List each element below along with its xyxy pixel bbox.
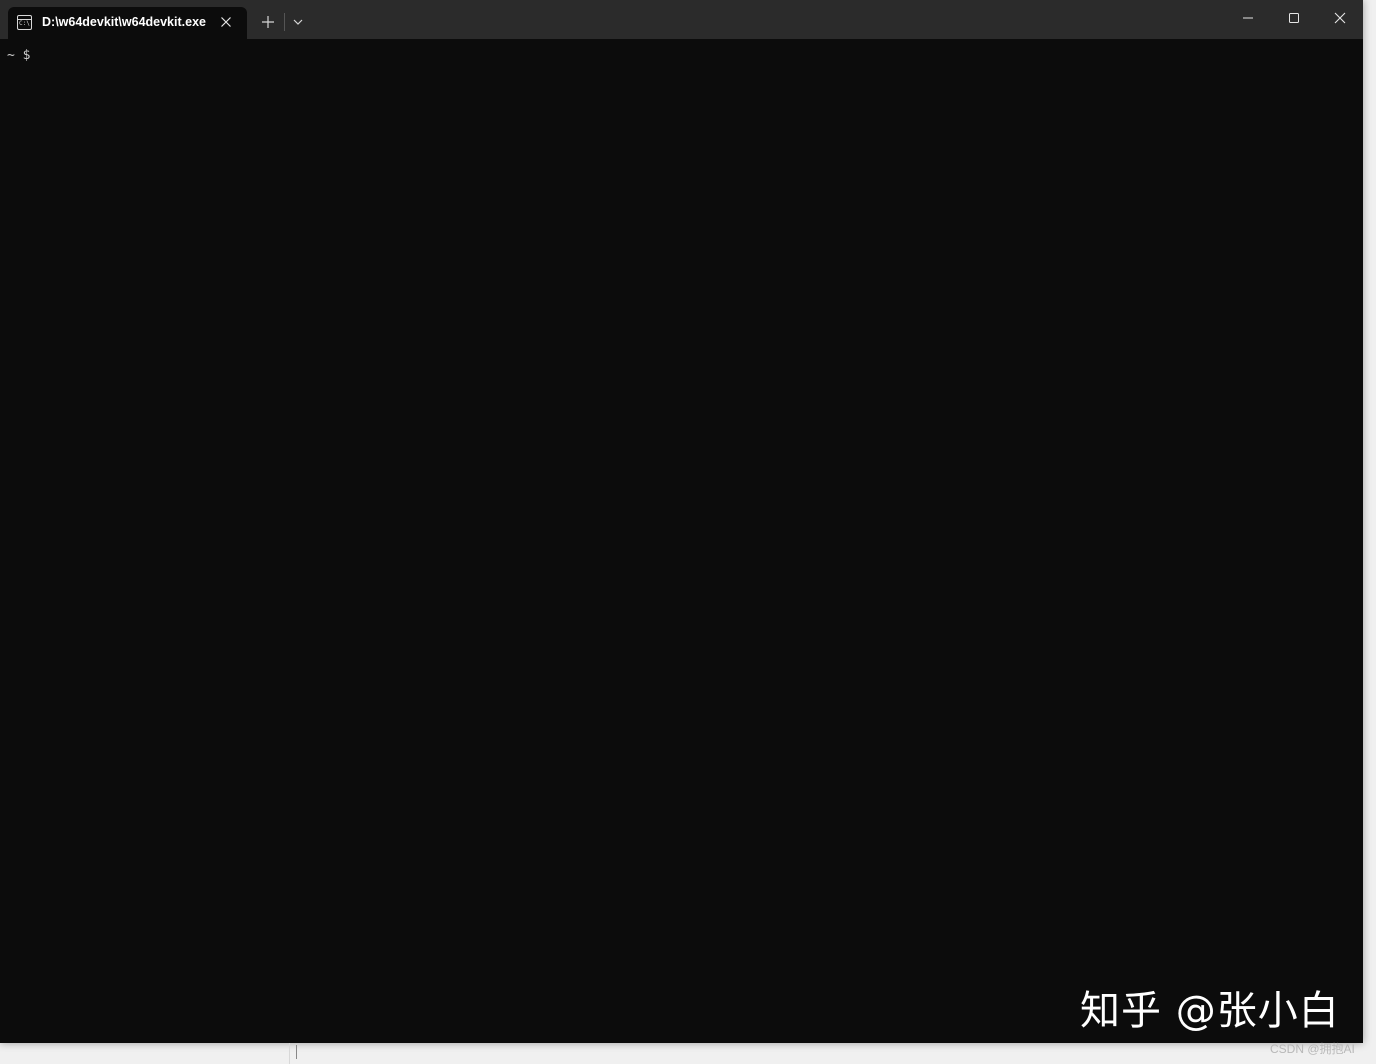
plus-icon — [262, 16, 274, 28]
close-window-button[interactable] — [1317, 0, 1363, 36]
screenshot-root: C:\ D:\w64devkit\w64devkit.exe ~ $ 知乎 @张… — [0, 0, 1376, 1064]
close-icon — [1334, 12, 1346, 24]
tab-close-button[interactable] — [216, 12, 236, 32]
maximize-button[interactable] — [1271, 0, 1317, 36]
chevron-down-icon — [293, 19, 303, 25]
tab-dropdown-button[interactable] — [288, 10, 308, 34]
background-window-edge — [289, 1043, 301, 1064]
new-tab-button[interactable] — [254, 8, 282, 36]
minimize-button[interactable] — [1225, 0, 1271, 36]
terminal-window: C:\ D:\w64devkit\w64devkit.exe ~ $ 知乎 @张… — [0, 0, 1363, 1043]
close-icon — [221, 17, 231, 27]
tab-title: D:\w64devkit\w64devkit.exe — [42, 15, 206, 29]
watermark: 知乎 @张小白 — [1080, 988, 1340, 1034]
terminal-icon: C:\ — [17, 15, 32, 30]
source-credit: CSDN @拥抱AI — [1270, 1042, 1355, 1056]
tab-w64devkit[interactable]: C:\ D:\w64devkit\w64devkit.exe — [8, 7, 247, 39]
title-bar: C:\ D:\w64devkit\w64devkit.exe — [0, 0, 1363, 39]
tab-separator — [284, 13, 285, 31]
terminal-output[interactable]: ~ $ — [0, 39, 1363, 1043]
minimize-icon — [1243, 17, 1253, 19]
shell-prompt: ~ $ — [7, 48, 31, 63]
maximize-icon — [1289, 13, 1299, 23]
